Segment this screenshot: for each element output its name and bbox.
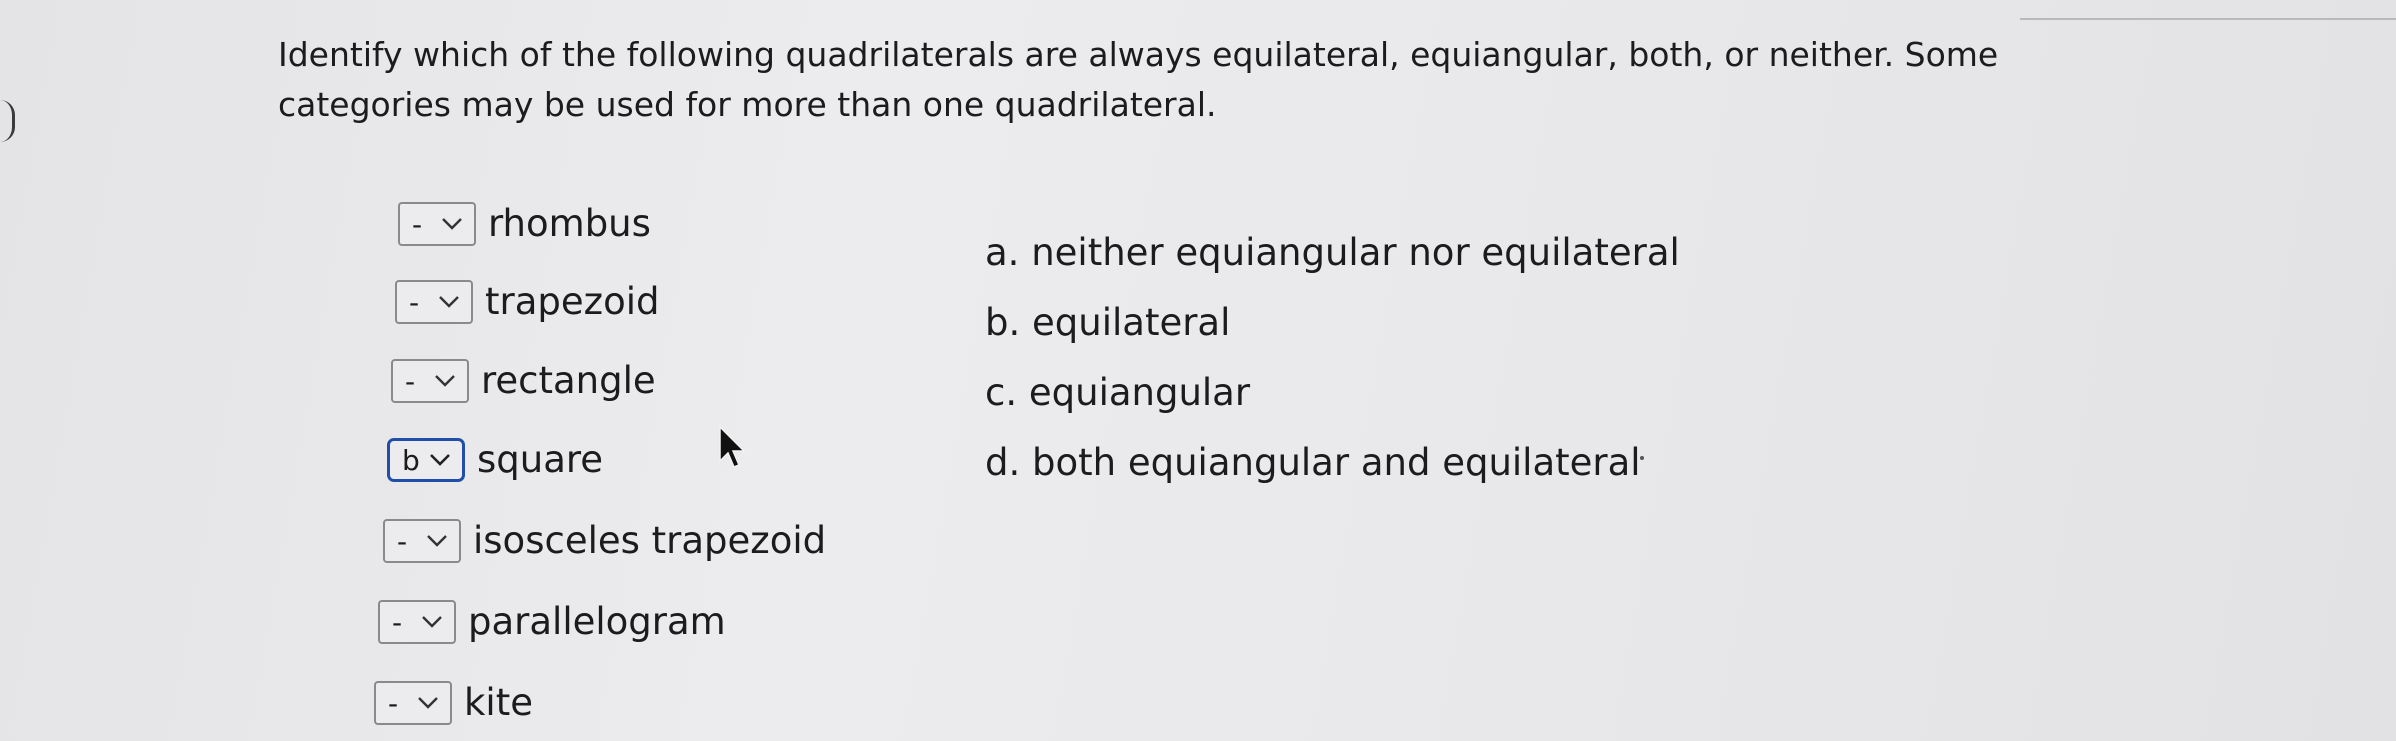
dropdown-isosceles-trapezoid[interactable]: - <box>383 519 461 563</box>
chevron-down-icon <box>439 296 459 308</box>
quadrilateral-label: square <box>477 438 604 481</box>
quadrilateral-label: parallelogram <box>468 600 726 643</box>
speck-mark <box>1640 456 1644 460</box>
quadrilateral-label: isosceles trapezoid <box>473 519 827 562</box>
chevron-down-icon <box>422 616 442 628</box>
dropdown-value: - <box>409 285 420 319</box>
option-a: a. neither equiangular nor equilateral <box>985 231 1680 274</box>
chevron-down-icon <box>418 697 438 709</box>
page-edge-mark <box>0 100 15 142</box>
match-row-rhombus: - rhombus <box>398 198 651 250</box>
answer-options-list: a. neither equiangular nor equilateral b… <box>985 218 1680 498</box>
option-b: b. equilateral <box>985 301 1231 344</box>
dropdown-value: - <box>397 524 408 558</box>
option-c: c. equiangular <box>985 371 1251 414</box>
chevron-down-icon <box>442 218 462 230</box>
dropdown-trapezoid[interactable]: - <box>395 280 473 324</box>
question-text: Identify which of the following quadrila… <box>278 35 1999 124</box>
dropdown-kite[interactable]: - <box>374 681 452 725</box>
top-divider <box>2020 18 2396 20</box>
chevron-down-icon <box>435 375 455 387</box>
quadrilateral-label: trapezoid <box>485 280 660 323</box>
dropdown-rectangle[interactable]: - <box>391 359 469 403</box>
dropdown-value: - <box>412 207 423 241</box>
dropdown-rhombus[interactable]: - <box>398 202 476 246</box>
match-row-square: b square <box>387 434 603 486</box>
chevron-down-icon <box>430 454 450 466</box>
dropdown-value: - <box>388 686 399 720</box>
match-row-trapezoid: - trapezoid <box>395 276 659 328</box>
dropdown-parallelogram[interactable]: - <box>378 600 456 644</box>
match-row-parallelogram: - parallelogram <box>378 596 726 648</box>
chevron-down-icon <box>427 535 447 547</box>
dropdown-value: - <box>392 605 403 639</box>
quadrilateral-label: rhombus <box>488 202 651 245</box>
match-row-rectangle: - rectangle <box>391 355 656 407</box>
dropdown-square[interactable]: b <box>387 438 465 482</box>
quadrilateral-label: kite <box>464 681 533 724</box>
quadrilateral-label: rectangle <box>481 359 656 402</box>
option-d: d. both equiangular and equilateral <box>985 441 1641 484</box>
dropdown-value: b <box>402 443 420 477</box>
mouse-pointer-icon <box>719 425 746 468</box>
match-row-isosceles-trapezoid: - isosceles trapezoid <box>383 515 826 567</box>
dropdown-value: - <box>405 364 416 398</box>
match-row-kite: - kite <box>374 677 533 729</box>
